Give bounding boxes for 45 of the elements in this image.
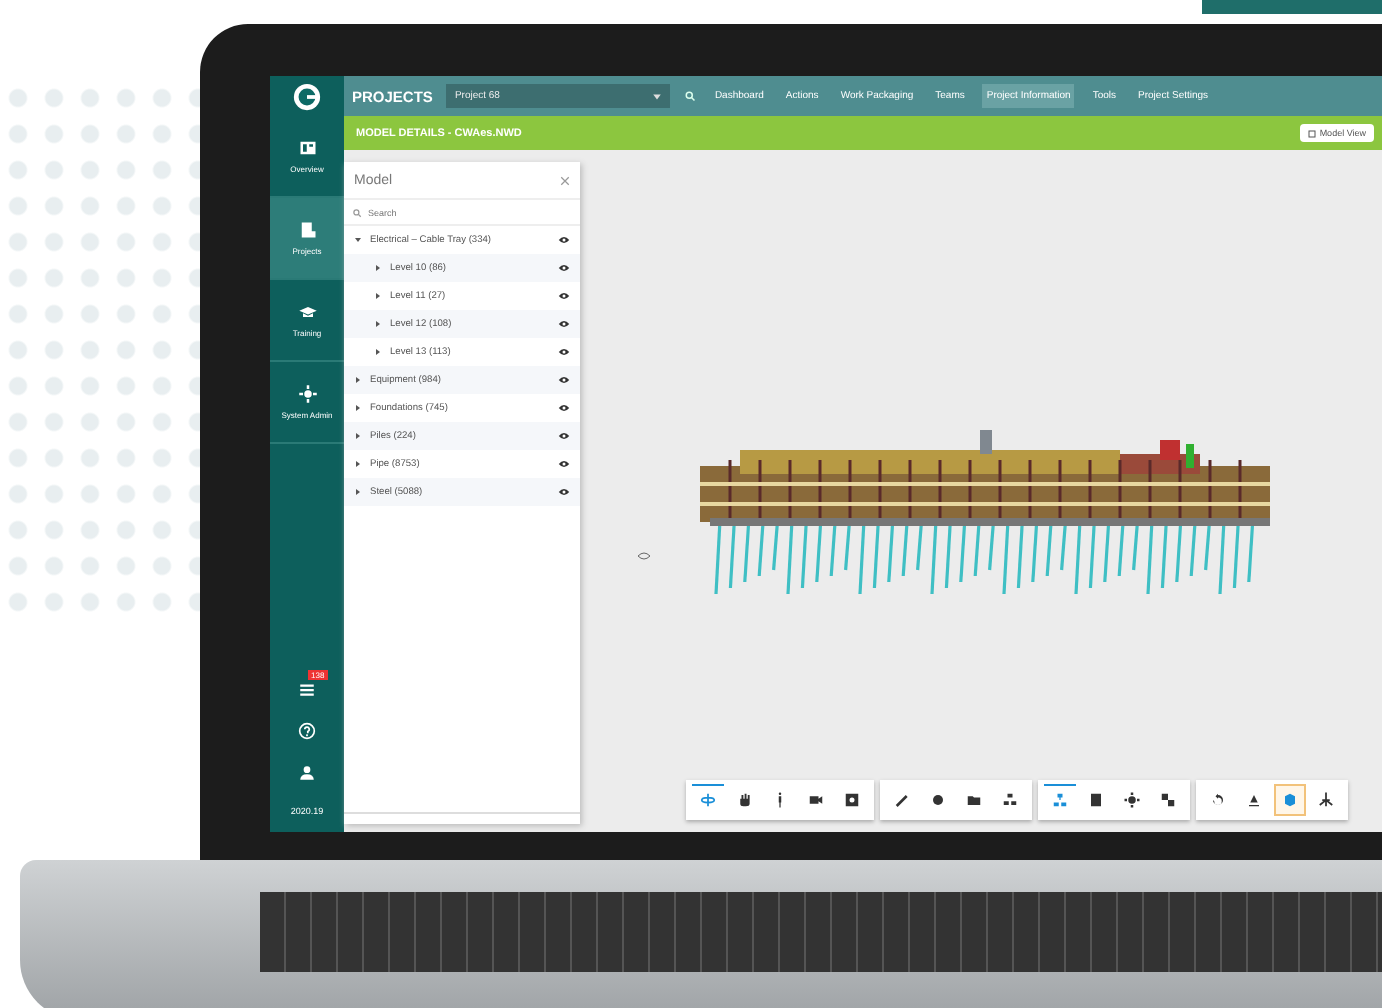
eye-icon[interactable] xyxy=(558,264,570,272)
properties-icon xyxy=(1086,790,1106,810)
eye-icon[interactable] xyxy=(558,488,570,496)
caret-right-icon[interactable] xyxy=(354,432,362,440)
axes-icon xyxy=(1316,790,1336,810)
cube-icon xyxy=(1280,790,1300,810)
close-icon[interactable] xyxy=(560,175,570,185)
eye-icon[interactable] xyxy=(558,292,570,300)
search-icon[interactable] xyxy=(684,90,697,102)
pan-icon xyxy=(734,790,754,810)
user-icon[interactable] xyxy=(298,764,316,782)
help-icon[interactable] xyxy=(298,722,316,740)
caret-right-icon[interactable] xyxy=(354,376,362,384)
caret-right-icon[interactable] xyxy=(374,348,382,356)
search-icon xyxy=(352,207,362,217)
camera-icon xyxy=(806,790,826,810)
logo-icon xyxy=(292,81,322,111)
caret-right-icon[interactable] xyxy=(374,292,382,300)
caret-right-icon[interactable] xyxy=(354,488,362,496)
caret-right-icon[interactable] xyxy=(354,460,362,468)
eye-icon[interactable] xyxy=(558,320,570,328)
reset-icon xyxy=(1208,790,1228,810)
folder-icon xyxy=(964,790,984,810)
graduation-cap-icon xyxy=(297,302,317,322)
list-icon[interactable] xyxy=(298,680,316,698)
caret-right-icon[interactable] xyxy=(374,320,382,328)
box-icon xyxy=(1307,129,1316,137)
up-icon xyxy=(1244,790,1264,810)
caret-right-icon[interactable] xyxy=(354,404,362,412)
eye-icon[interactable] xyxy=(558,432,570,440)
eye-icon[interactable] xyxy=(558,460,570,468)
eye-icon[interactable] xyxy=(558,236,570,244)
caret-icon xyxy=(652,91,663,101)
caret-down-icon[interactable] xyxy=(354,236,362,244)
tree-icon xyxy=(1050,790,1070,810)
zoom-icon xyxy=(842,790,862,810)
measure-icon xyxy=(892,790,912,810)
eye-icon[interactable] xyxy=(558,376,570,384)
eye-icon[interactable] xyxy=(558,348,570,356)
cluster-icon xyxy=(1000,790,1020,810)
fullscreen-icon xyxy=(1158,790,1178,810)
eye-icon[interactable] xyxy=(558,404,570,412)
caret-right-icon[interactable] xyxy=(374,264,382,272)
settings-icon xyxy=(1122,790,1142,810)
orbit-icon xyxy=(698,790,718,810)
